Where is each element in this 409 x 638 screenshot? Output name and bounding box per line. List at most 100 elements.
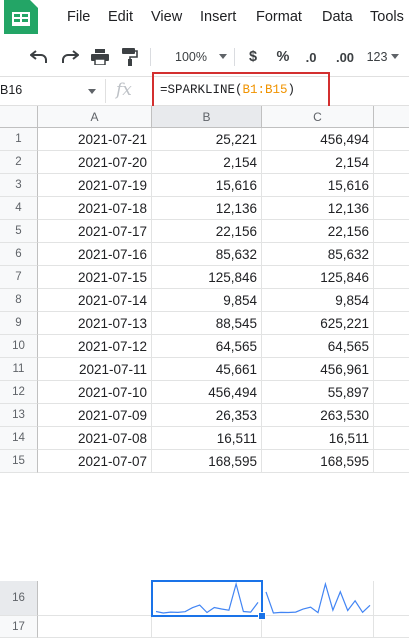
cell-c3[interactable]: 15,616 xyxy=(262,174,374,197)
cell-d13[interactable] xyxy=(374,404,409,427)
cell-c12[interactable]: 55,897 xyxy=(262,381,374,404)
cell-c2[interactable]: 2,154 xyxy=(262,151,374,174)
row-header-3[interactable]: 3 xyxy=(0,174,38,197)
cell-c11[interactable]: 456,961 xyxy=(262,358,374,381)
cell-b4[interactable]: 12,136 xyxy=(152,197,262,220)
menu-edit[interactable]: Edit xyxy=(108,9,133,25)
cell-a7[interactable]: 2021-07-15 xyxy=(38,266,152,289)
row-header-9[interactable]: 9 xyxy=(0,312,38,335)
row-header-16[interactable]: 16 xyxy=(0,581,38,616)
row-header-1[interactable]: 1 xyxy=(0,128,38,151)
cell-c17[interactable] xyxy=(262,616,374,638)
cell-d16[interactable] xyxy=(374,581,409,616)
cell-a3[interactable]: 2021-07-19 xyxy=(38,174,152,197)
cell-b17[interactable] xyxy=(152,616,262,638)
paint-format-button[interactable] xyxy=(119,38,141,76)
percent-format-button[interactable]: % xyxy=(272,38,294,76)
cell-d8[interactable] xyxy=(374,289,409,312)
cell-a6[interactable]: 2021-07-16 xyxy=(38,243,152,266)
increase-decimals-button[interactable]: .00 xyxy=(330,38,360,76)
cell-c1[interactable]: 456,494 xyxy=(262,128,374,151)
cell-a16[interactable] xyxy=(38,581,152,616)
cell-a13[interactable]: 2021-07-09 xyxy=(38,404,152,427)
column-header-d[interactable] xyxy=(374,106,409,128)
cell-b3[interactable]: 15,616 xyxy=(152,174,262,197)
cell-b5[interactable]: 22,156 xyxy=(152,220,262,243)
cell-b11[interactable]: 45,661 xyxy=(152,358,262,381)
cell-c13[interactable]: 263,530 xyxy=(262,404,374,427)
cell-c5[interactable]: 22,156 xyxy=(262,220,374,243)
cell-d15[interactable] xyxy=(374,450,409,473)
row-header-17[interactable]: 17 xyxy=(0,616,38,638)
cell-c10[interactable]: 64,565 xyxy=(262,335,374,358)
zoom-select[interactable]: 100% xyxy=(160,38,222,76)
menu-view[interactable]: View xyxy=(151,9,182,25)
menu-insert[interactable]: Insert xyxy=(200,9,236,25)
cell-d12[interactable] xyxy=(374,381,409,404)
name-box[interactable]: B16 xyxy=(0,77,100,105)
row-header-14[interactable]: 14 xyxy=(0,427,38,450)
menu-data[interactable]: Data xyxy=(322,9,353,25)
cell-a9[interactable]: 2021-07-13 xyxy=(38,312,152,335)
more-formats-button[interactable]: 123 xyxy=(362,38,392,76)
cell-b2[interactable]: 2,154 xyxy=(152,151,262,174)
cell-d7[interactable] xyxy=(374,266,409,289)
undo-button[interactable] xyxy=(28,38,50,76)
cell-d4[interactable] xyxy=(374,197,409,220)
cell-d5[interactable] xyxy=(374,220,409,243)
cell-c9[interactable]: 625,221 xyxy=(262,312,374,335)
print-button[interactable] xyxy=(89,38,111,76)
cell-b10[interactable]: 64,565 xyxy=(152,335,262,358)
cell-b9[interactable]: 88,545 xyxy=(152,312,262,335)
cell-a15[interactable]: 2021-07-07 xyxy=(38,450,152,473)
row-header-8[interactable]: 8 xyxy=(0,289,38,312)
cell-c7[interactable]: 125,846 xyxy=(262,266,374,289)
menu-file[interactable]: File xyxy=(67,9,90,25)
cell-a11[interactable]: 2021-07-11 xyxy=(38,358,152,381)
cell-b6[interactable]: 85,632 xyxy=(152,243,262,266)
cell-b14[interactable]: 16,511 xyxy=(152,427,262,450)
column-header-a[interactable]: A xyxy=(38,106,152,128)
sheets-logo-icon[interactable] xyxy=(0,0,38,34)
menu-format[interactable]: Format xyxy=(256,9,302,25)
cell-c8[interactable]: 9,854 xyxy=(262,289,374,312)
cell-d1[interactable] xyxy=(374,128,409,151)
column-header-b[interactable]: B xyxy=(152,106,262,128)
row-header-2[interactable]: 2 xyxy=(0,151,38,174)
cell-c15[interactable]: 168,595 xyxy=(262,450,374,473)
cell-a14[interactable]: 2021-07-08 xyxy=(38,427,152,450)
decrease-decimals-button[interactable]: .0 xyxy=(298,38,324,76)
cell-d10[interactable] xyxy=(374,335,409,358)
cell-c4[interactable]: 12,136 xyxy=(262,197,374,220)
currency-format-button[interactable]: $ xyxy=(242,38,264,76)
cell-a10[interactable]: 2021-07-12 xyxy=(38,335,152,358)
redo-button[interactable] xyxy=(59,38,81,76)
row-header-5[interactable]: 5 xyxy=(0,220,38,243)
cell-a8[interactable]: 2021-07-14 xyxy=(38,289,152,312)
menu-tools[interactable]: Tools xyxy=(370,9,404,25)
row-header-10[interactable]: 10 xyxy=(0,335,38,358)
row-header-13[interactable]: 13 xyxy=(0,404,38,427)
cell-a4[interactable]: 2021-07-18 xyxy=(38,197,152,220)
cell-a2[interactable]: 2021-07-20 xyxy=(38,151,152,174)
cell-a12[interactable]: 2021-07-10 xyxy=(38,381,152,404)
cell-b8[interactable]: 9,854 xyxy=(152,289,262,312)
row-header-7[interactable]: 7 xyxy=(0,266,38,289)
row-header-11[interactable]: 11 xyxy=(0,358,38,381)
cell-b13[interactable]: 26,353 xyxy=(152,404,262,427)
select-all-corner[interactable] xyxy=(0,106,38,128)
cell-a1[interactable]: 2021-07-21 xyxy=(38,128,152,151)
row-header-15[interactable]: 15 xyxy=(0,450,38,473)
row-header-4[interactable]: 4 xyxy=(0,197,38,220)
cell-a17[interactable] xyxy=(38,616,152,638)
cell-b15[interactable]: 168,595 xyxy=(152,450,262,473)
column-header-c[interactable]: C xyxy=(262,106,374,128)
cell-a5[interactable]: 2021-07-17 xyxy=(38,220,152,243)
cell-d9[interactable] xyxy=(374,312,409,335)
cell-d3[interactable] xyxy=(374,174,409,197)
fill-handle[interactable] xyxy=(258,612,266,620)
row-header-6[interactable]: 6 xyxy=(0,243,38,266)
cell-b7[interactable]: 125,846 xyxy=(152,266,262,289)
cell-b12[interactable]: 456,494 xyxy=(152,381,262,404)
cell-c6[interactable]: 85,632 xyxy=(262,243,374,266)
